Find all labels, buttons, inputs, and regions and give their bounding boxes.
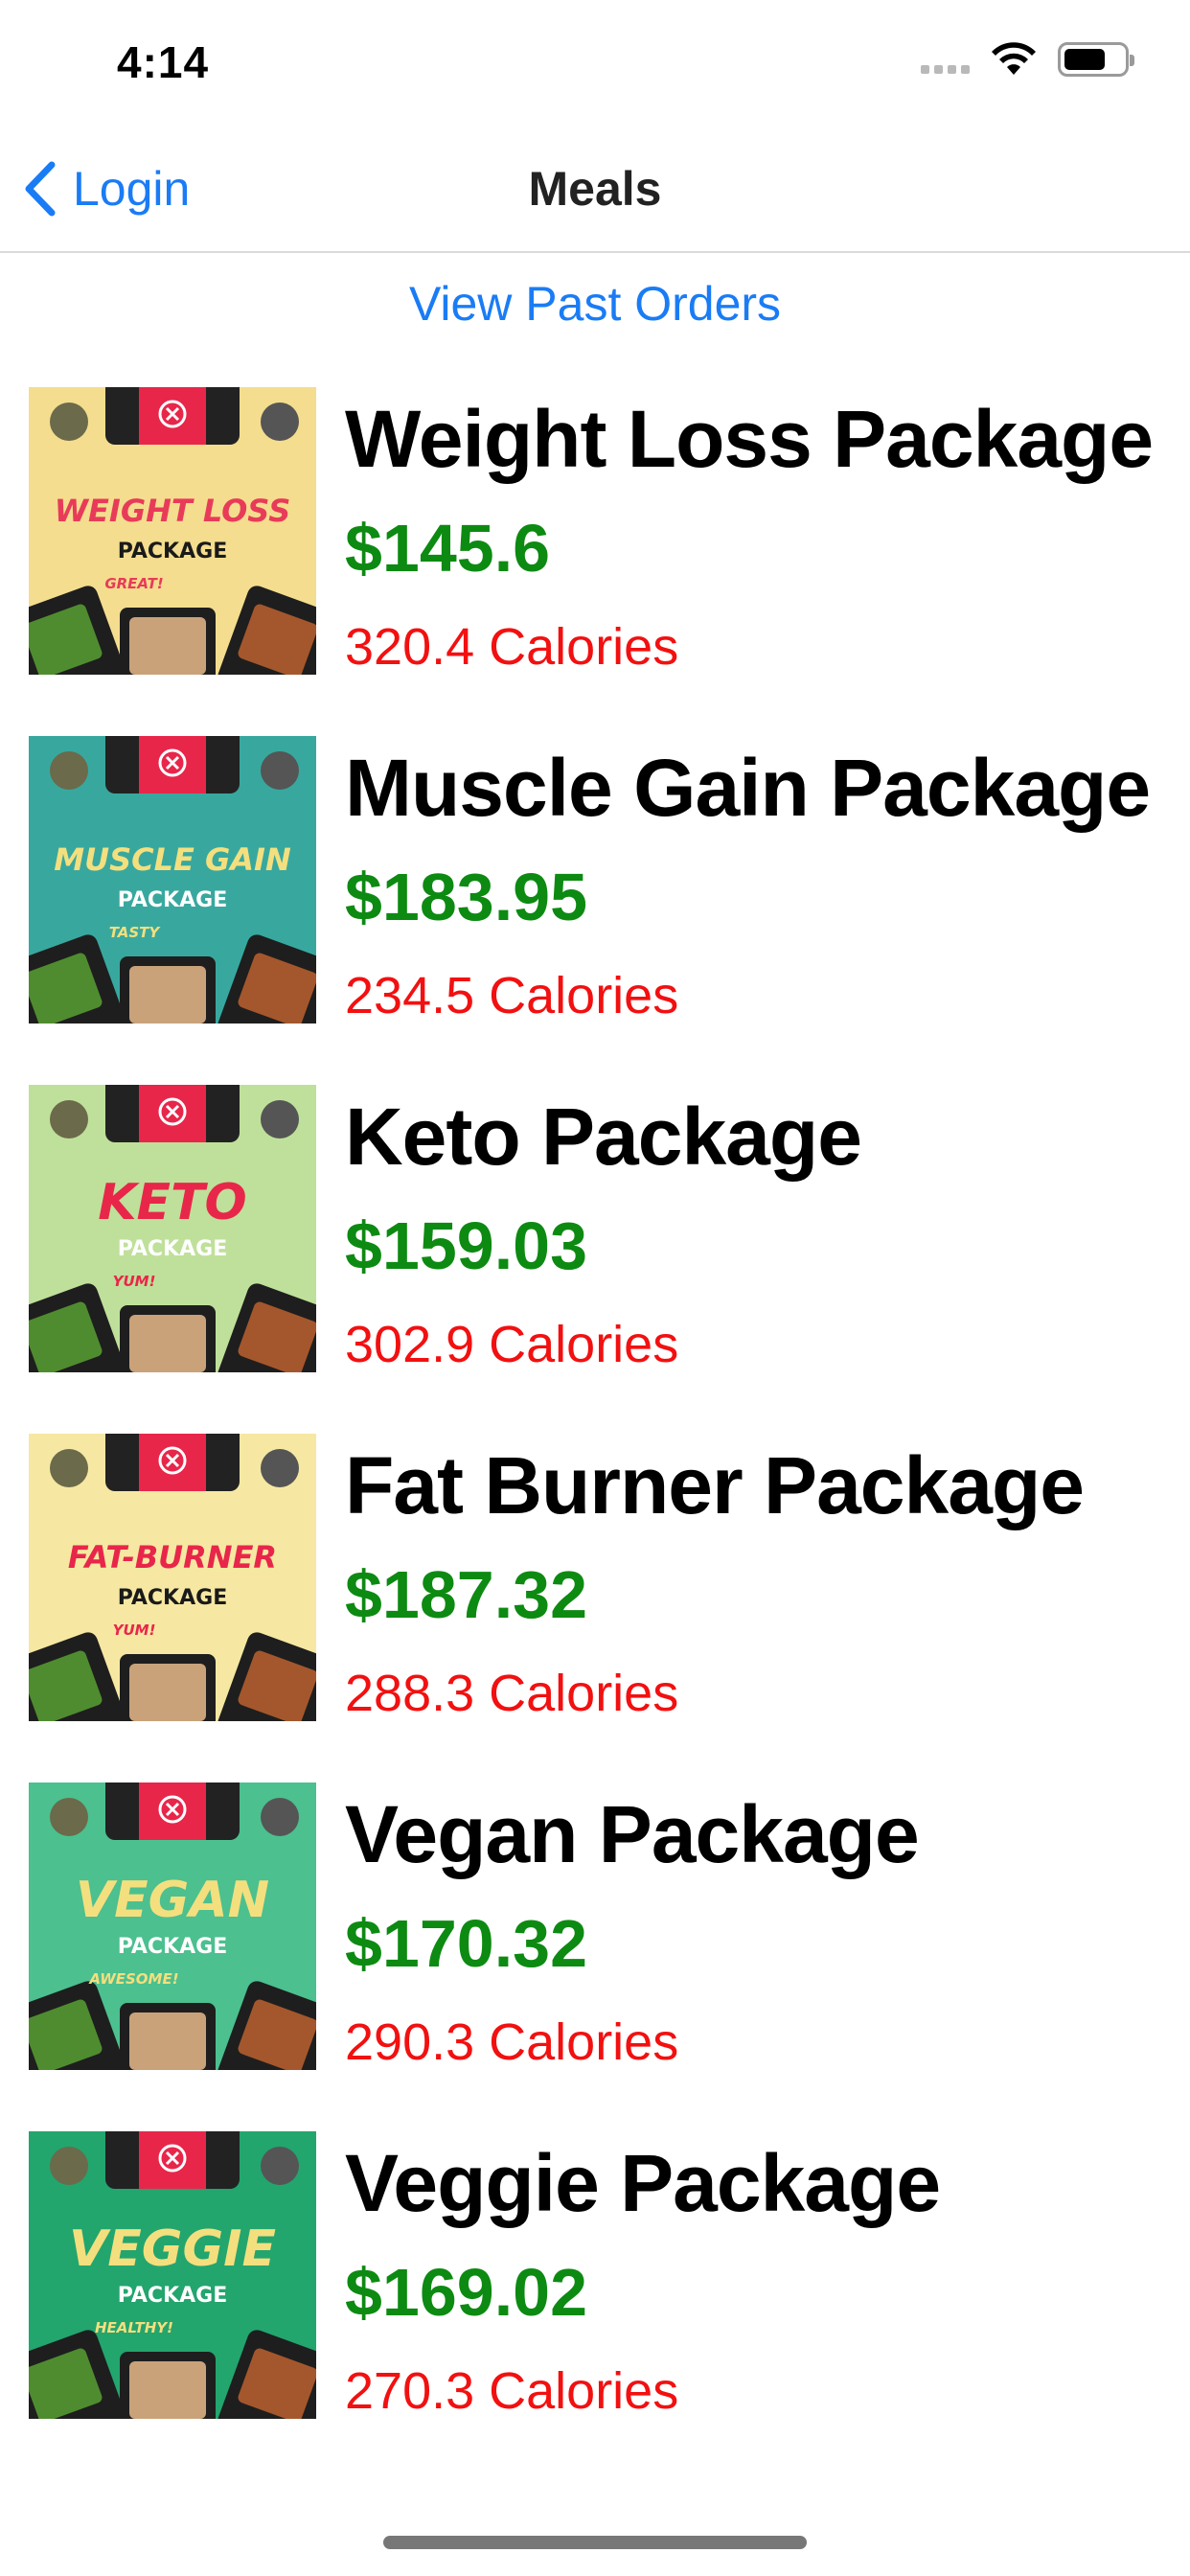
meal-list-item[interactable]: MUSCLE GAIN PACKAGE TASTY Muscle Gain Pa…: [29, 736, 1169, 1085]
meal-image: MUSCLE GAIN PACKAGE TASTY: [29, 736, 316, 1024]
meal-package-image: FAT-BURNER PACKAGE YUM!: [29, 1434, 316, 1721]
meal-package-image: VEGGIE PACKAGE HEALTHY!: [29, 2131, 316, 2419]
status-icons: [921, 42, 1134, 77]
meal-image: FAT-BURNER PACKAGE YUM!: [29, 1434, 316, 1721]
meal-package-image: VEGAN PACKAGE AWESOME!: [29, 1782, 316, 2070]
battery-icon: [1058, 42, 1134, 77]
image-note: AWESOME!: [88, 1970, 178, 1988]
meal-price: $159.03: [345, 1208, 588, 1283]
meal-image: WEIGHT LOSS PACKAGE GREAT!: [29, 387, 316, 675]
cellular-signal-icon: [921, 45, 970, 74]
image-note: HEALTHY!: [95, 2319, 173, 2336]
meal-price: $183.95: [345, 860, 588, 934]
image-subtitle: PACKAGE: [118, 540, 227, 564]
meal-price: $187.32: [345, 1557, 588, 1632]
meal-calories: 302.9 Calories: [345, 1316, 679, 1373]
meal-calories: 320.4 Calories: [345, 618, 679, 676]
image-subtitle: PACKAGE: [118, 1586, 227, 1610]
meal-calories: 288.3 Calories: [345, 1665, 679, 1722]
home-indicator: [383, 2536, 807, 2549]
image-title: FAT-BURNER: [68, 1539, 277, 1576]
status-time: 4:14: [117, 37, 210, 87]
meal-price: $145.6: [345, 511, 551, 586]
meal-package-image: KETO PACKAGE YUM!: [29, 1085, 316, 1372]
meal-name: Fat Burner Package: [345, 1440, 1085, 1530]
image-title: WEIGHT LOSS: [55, 493, 290, 529]
page-title: Meals: [528, 162, 662, 216]
wifi-icon: [992, 42, 1036, 75]
meal-name: Muscle Gain Package: [345, 743, 1151, 833]
meal-name: Keto Package: [345, 1092, 862, 1182]
meal-name: Weight Loss Package: [345, 394, 1154, 484]
image-note: TASTY: [109, 924, 162, 941]
meal-image: VEGAN PACKAGE AWESOME!: [29, 1782, 316, 2070]
meal-list-item[interactable]: FAT-BURNER PACKAGE YUM! Fat Burner Packa…: [29, 1434, 1169, 1782]
meal-image: KETO PACKAGE YUM!: [29, 1085, 316, 1372]
meal-package-image: WEIGHT LOSS PACKAGE GREAT!: [29, 387, 316, 675]
image-title: VEGGIE: [69, 2220, 276, 2278]
image-subtitle: PACKAGE: [118, 2284, 227, 2308]
image-note: YUM!: [113, 1273, 156, 1290]
meal-calories: 290.3 Calories: [345, 2013, 679, 2071]
image-subtitle: PACKAGE: [118, 1237, 227, 1261]
meal-list: WEIGHT LOSS PACKAGE GREAT! Weight Loss P…: [29, 387, 1169, 2480]
meal-list-item[interactable]: VEGGIE PACKAGE HEALTHY! Veggie Package $…: [29, 2131, 1169, 2480]
meal-calories: 270.3 Calories: [345, 2362, 679, 2420]
image-subtitle: PACKAGE: [118, 888, 227, 912]
meal-list-item[interactable]: WEIGHT LOSS PACKAGE GREAT! Weight Loss P…: [29, 387, 1169, 736]
meal-list-item[interactable]: VEGAN PACKAGE AWESOME! Vegan Package $17…: [29, 1782, 1169, 2131]
image-note: GREAT!: [104, 575, 163, 592]
meal-name: Veggie Package: [345, 2138, 941, 2228]
meal-package-image: MUSCLE GAIN PACKAGE TASTY: [29, 736, 316, 1024]
image-title: VEGAN: [76, 1872, 269, 1929]
navigation-bar: Login Meals: [0, 126, 1190, 253]
image-title: KETO: [98, 1174, 247, 1231]
meal-price: $170.32: [345, 1906, 588, 1981]
meal-image: VEGGIE PACKAGE HEALTHY!: [29, 2131, 316, 2419]
meal-price: $169.02: [345, 2255, 588, 2330]
status-bar: 4:14: [0, 0, 1190, 126]
meal-list-item[interactable]: KETO PACKAGE YUM! Keto Package $159.03 3…: [29, 1085, 1169, 1434]
image-subtitle: PACKAGE: [118, 1935, 227, 1959]
meal-name: Vegan Package: [345, 1789, 920, 1879]
meal-calories: 234.5 Calories: [345, 967, 679, 1024]
view-past-orders-button[interactable]: View Past Orders: [0, 276, 1190, 332]
image-note: YUM!: [113, 1622, 156, 1639]
image-title: MUSCLE GAIN: [54, 841, 291, 878]
